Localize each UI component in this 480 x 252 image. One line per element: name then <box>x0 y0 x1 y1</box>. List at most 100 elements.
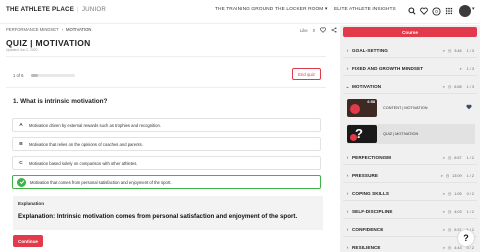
nav-training-ground[interactable]: THE TRAINING GROUND <box>215 7 273 12</box>
section-duration: 4:03 <box>454 209 462 214</box>
section-perfectionism[interactable]: › PERFECTIONISM ⌕ ◷ 6:57 1 / 2 <box>343 151 477 165</box>
section-name: SELF-DISCIPLINE <box>352 209 393 214</box>
help-button[interactable]: ? <box>458 230 474 246</box>
chevron-right-icon: › <box>346 245 349 250</box>
section-name: PERFECTIONISM <box>352 155 392 160</box>
notification-icon[interactable]: 0 <box>430 5 442 17</box>
search-icon: ⌕ <box>442 84 445 89</box>
section-confidence[interactable]: › CONFIDENCE ⌕ ◷ 5:37 1 / 2 <box>343 223 477 237</box>
chevron-right-icon: › <box>346 48 349 53</box>
section-coping-skills[interactable]: › COPING SKILLS ⌕ ◷ 1:05 0 / 2 <box>343 187 477 201</box>
like-count: 0 <box>312 28 316 33</box>
search-icon: ⌕ <box>442 227 445 232</box>
answer-option-a[interactable]: A Motivation driven by external rewards … <box>12 118 321 132</box>
section-resilience[interactable]: › RESILIENCE ⌕ ◷ 4:43 0 / 2 <box>343 241 477 252</box>
actions-row: Like 0 <box>300 27 337 34</box>
chevron-right-icon: › <box>346 66 349 71</box>
option-letter: A <box>19 122 23 128</box>
share-icon[interactable] <box>331 27 337 34</box>
clock-icon: ◷ <box>447 246 452 250</box>
grid-menu-icon[interactable] <box>443 5 455 17</box>
option-text: Motivation that comes from personal sati… <box>30 179 172 185</box>
breadcrumb-parent[interactable]: PERFORMANCE MINDSET <box>6 27 59 32</box>
chevron-right-icon: › <box>346 155 349 160</box>
chevron-right-icon: › <box>346 191 349 196</box>
brand-logo[interactable]: THE ATHLETE PLACE | JUNIOR <box>6 6 106 13</box>
chevron-down-icon: ⌄ <box>345 83 350 89</box>
section-pressure[interactable]: › PRESSURE ⌕ ◷ 13:09 1 / 2 <box>343 169 477 183</box>
question-text: 1. What is intrinsic motivation? <box>13 98 108 105</box>
clock-icon: ◷ <box>447 192 452 196</box>
section-progress: 1 / 2 <box>466 209 474 214</box>
section-duration: 4:43 <box>454 245 462 250</box>
option-letter: C <box>19 160 23 166</box>
explanation-label: Explanation <box>18 201 45 206</box>
answer-option-d[interactable]: Motivation that comes from personal sati… <box>12 175 321 189</box>
chevron-right-icon: › <box>61 27 63 32</box>
section-name: CONFIDENCE <box>352 227 384 232</box>
section-motivation[interactable]: ⌄ MOTIVATION ⌕ ◷ 6:58 1 / 3 <box>343 80 477 94</box>
section-fixed-growth-mindset[interactable]: › FIXED AND GROWTH MINDSET ⌕ 1 / 3 <box>343 62 477 76</box>
lesson-thumbnail: 6:58 <box>347 99 377 117</box>
play-icon <box>350 104 360 114</box>
clock-icon: ◷ <box>447 210 452 214</box>
explanation-text: Explanation: Intrinsic motivation comes … <box>18 213 298 220</box>
answer-option-c[interactable]: C Motivation based solely on comparison … <box>12 156 321 170</box>
lesson-label: CONTENT | MOTIVATION <box>383 106 428 110</box>
notification-count: 0 <box>435 9 438 14</box>
clock-icon: ◷ <box>447 156 452 160</box>
search-icon: ⌕ <box>459 66 462 71</box>
check-icon <box>17 177 26 187</box>
like-button[interactable]: Like <box>300 28 308 33</box>
course-button[interactable]: Course <box>343 27 477 37</box>
nav-locker-room[interactable]: THE LOCKER ROOM ▾ <box>275 7 327 12</box>
section-progress: 1 / 3 <box>466 48 474 53</box>
video-duration: 6:58 <box>367 100 375 104</box>
answer-option-b[interactable]: B Motivation that relies on the opinions… <box>12 137 321 151</box>
chevron-down-icon[interactable]: ▾ <box>472 6 475 12</box>
clock-icon: ◷ <box>445 174 450 178</box>
updated-date: Updated Jun 2, 2020 <box>6 48 38 52</box>
search-icon: ⌕ <box>442 245 445 250</box>
option-text: Motivation driven by external rewards su… <box>29 122 161 128</box>
option-letter: B <box>19 141 23 147</box>
section-duration: 6:57 <box>454 155 462 160</box>
section-progress: 0 / 2 <box>466 245 474 250</box>
section-goal-setting[interactable]: › GOAL-SETTING ⌕ ◷ 3:46 1 / 3 <box>343 44 477 58</box>
option-text: Motivation based solely on comparison wi… <box>29 160 138 166</box>
option-text: Motivation that relies on the opinions o… <box>29 141 143 147</box>
section-name: GOAL-SETTING <box>352 48 388 53</box>
brand-name: THE ATHLETE PLACE <box>6 6 75 13</box>
lesson-item-quiz-motivation[interactable]: ? QUIZ | MOTIVATION <box>347 124 475 144</box>
section-duration: 3:46 <box>454 48 462 53</box>
continue-button[interactable]: Continue <box>13 235 43 247</box>
end-quiz-button[interactable]: End quiz <box>292 68 321 80</box>
section-name: MOTIVATION <box>352 84 382 89</box>
search-icon: ⌕ <box>440 173 443 178</box>
quiz-badge-icon <box>350 134 357 141</box>
page-title: QUIZ | MOTIVATION <box>6 38 91 48</box>
heart-outline-icon[interactable] <box>320 27 326 34</box>
nav-elite-insights[interactable]: ELITE ATHLETE INSIGHTS <box>334 7 396 12</box>
heart-icon[interactable] <box>418 5 430 17</box>
section-progress: 1 / 3 <box>466 84 474 89</box>
section-name: FIXED AND GROWTH MINDSET <box>352 66 424 71</box>
search-icon: ⌕ <box>442 48 445 53</box>
search-icon: ⌕ <box>442 191 445 196</box>
clock-icon: ◷ <box>447 228 452 232</box>
search-icon[interactable] <box>406 5 418 17</box>
question-counter: 1 of 6 <box>13 73 24 78</box>
section-name: RESILIENCE <box>352 245 381 250</box>
section-progress: 1 / 3 <box>466 66 474 71</box>
section-progress: 1 / 2 <box>466 173 474 178</box>
chevron-right-icon: › <box>346 173 349 178</box>
explanation-box: Explanation Explanation: Intrinsic motiv… <box>13 196 323 230</box>
section-name: COPING SKILLS <box>352 191 390 196</box>
avatar[interactable] <box>459 5 471 17</box>
heart-filled-icon[interactable] <box>466 104 472 111</box>
section-duration: 13:09 <box>452 173 462 178</box>
section-progress: 0 / 2 <box>466 191 474 196</box>
section-self-discipline[interactable]: › SELF-DISCIPLINE ⌕ ◷ 4:03 1 / 2 <box>343 205 477 219</box>
divider <box>6 56 326 57</box>
lesson-item-content-motivation[interactable]: 6:58 CONTENT | MOTIVATION <box>347 98 475 118</box>
